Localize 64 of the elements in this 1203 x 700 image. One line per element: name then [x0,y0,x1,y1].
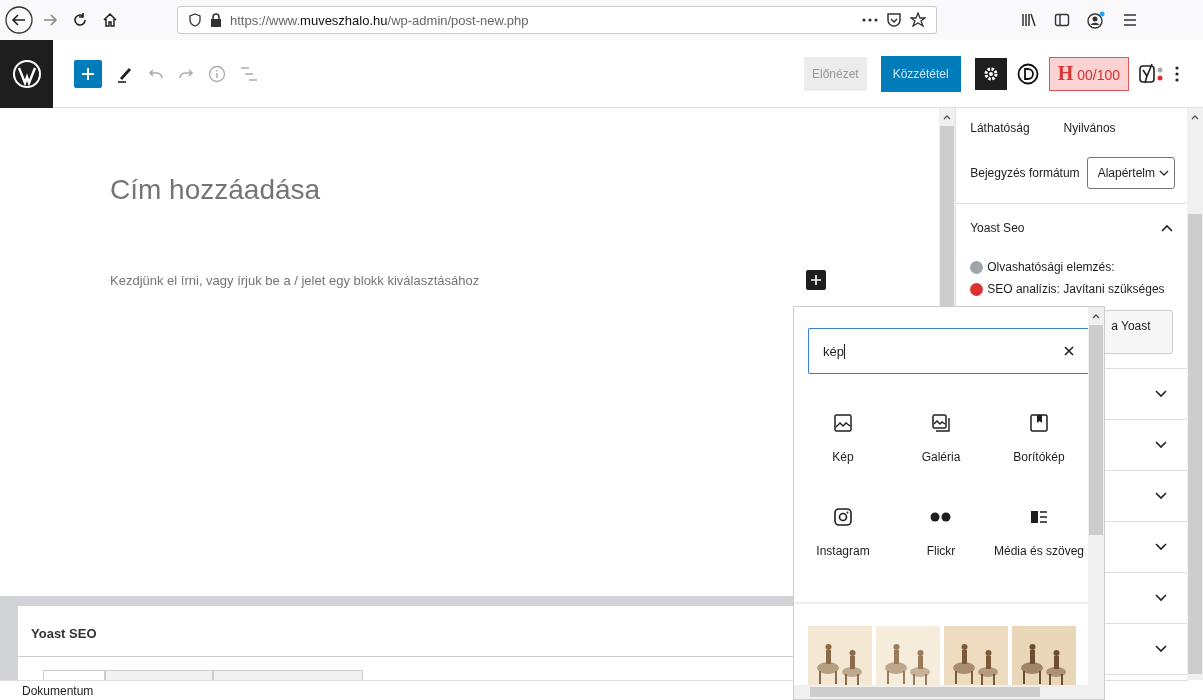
gallery-icon [932,414,950,432]
bookmark-icon [1030,414,1048,432]
wordpress-icon [11,58,42,89]
plus-icon [811,275,821,285]
back-icon[interactable] [4,5,34,35]
chevron-icon[interactable] [1155,492,1167,500]
visibility-label: Láthatóság [970,121,1030,135]
shield-icon[interactable] [188,13,202,27]
reload-icon[interactable] [72,12,88,28]
address-bar[interactable]: https://www.muveszhalo.hu/wp-admin/post-new.php [177,6,937,34]
media-text-icon [1031,508,1047,526]
format-label: Bejegyzés formátum [970,166,1080,180]
yoast-icon[interactable] [1139,62,1165,85]
chevron-icon[interactable] [1155,594,1167,602]
sidebar-icon[interactable] [1054,12,1070,28]
chevron-icon[interactable] [1155,441,1167,449]
block-option[interactable]: Instagram [794,508,892,602]
scrollbar[interactable] [794,685,1104,699]
chevron-icon[interactable] [1155,543,1167,551]
block-option[interactable]: Média és szöveg [990,508,1088,602]
analysis-text: Olvashatósági elemzés: [987,260,1115,274]
search-field[interactable]: kép [808,328,1088,374]
scroll-up-icon[interactable] [1191,114,1199,120]
menu-icon[interactable] [1122,12,1138,28]
settings-icon [982,65,999,82]
format-select[interactable]: Alapértelm [1086,157,1175,189]
paragraph-placeholder[interactable]: Kezdjünk el írni, vagy írjuk be a / jelet egy blokk kiválasztásához [110,272,480,288]
home-icon[interactable] [102,12,118,28]
chevron-down-icon [1159,170,1169,176]
instagram-icon [834,508,852,526]
section-title[interactable]: Yoast Seo [970,221,1025,235]
wordpress-logo[interactable] [0,39,53,108]
pocket-icon[interactable] [886,12,902,28]
publish-button[interactable]: Közzététel [880,55,961,92]
close-icon[interactable] [1064,346,1074,356]
title-placeholder[interactable]: Cím hozzáadása [110,174,940,206]
star-icon[interactable] [910,12,926,28]
image-icon [834,414,852,432]
block-option[interactable]: Flickr [892,508,990,602]
settings-button[interactable] [974,57,1007,90]
block-option[interactable]: Kép [794,414,892,508]
add-block-button[interactable] [806,270,826,290]
plus-icon [81,66,95,81]
seo-score-button[interactable]: H 00/100 [1048,56,1129,91]
chevron-icon[interactable] [1161,224,1173,232]
more-icon[interactable] [862,18,878,22]
account-icon[interactable] [1087,11,1105,29]
scroll-up-icon[interactable] [1092,313,1100,319]
url-text: https://www.muveszhalo.hu/wp-admin/post-new.php [230,12,530,28]
block-option[interactable]: Borítókép [990,414,1088,508]
scrollbar[interactable] [1187,108,1203,680]
library-icon[interactable] [1021,12,1037,28]
chevron-icon[interactable] [1155,390,1167,398]
scrollbar[interactable] [1088,307,1104,685]
more-options-icon[interactable] [1175,65,1179,82]
scroll-up-icon[interactable] [943,114,952,120]
breadcrumb[interactable]: Dokumentum [22,683,94,698]
block-option[interactable]: Galéria [892,414,990,508]
visibility-value[interactable]: Nyilvános [1063,121,1116,135]
letter-circle-icon[interactable] [1016,62,1039,85]
analysis-text: SEO analízis: Javítani szükséges [987,282,1165,296]
forward-icon[interactable] [42,12,58,28]
chevron-icon[interactable] [1155,645,1167,653]
lock-icon [210,13,222,27]
